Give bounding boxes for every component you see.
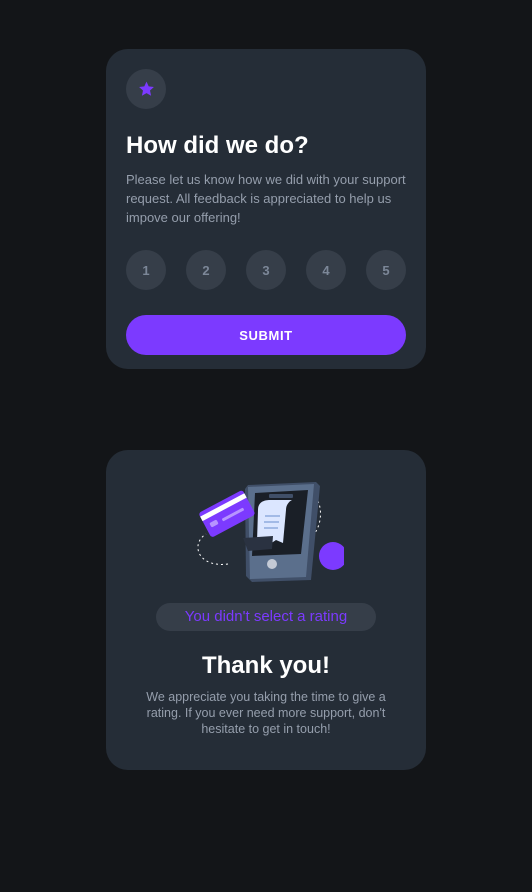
- payment-phone-illustration: [197, 482, 344, 582]
- rating-button-2[interactable]: 2: [186, 250, 226, 290]
- rating-card: How did we do? Please let us know how we…: [106, 49, 426, 369]
- submit-button[interactable]: SUBMIT: [126, 315, 406, 355]
- rating-button-3[interactable]: 3: [246, 250, 286, 290]
- thank-you-description: We appreciate you taking the time to giv…: [146, 690, 386, 736]
- rating-button-5[interactable]: 5: [366, 250, 406, 290]
- star-icon: [138, 81, 154, 96]
- thank-you-title: Thank you!: [201, 652, 330, 679]
- rating-button-4[interactable]: 4: [306, 250, 346, 290]
- rating-title: How did we do?: [126, 132, 309, 159]
- star-icon-container: [126, 69, 166, 109]
- rating-options: 1 2 3 4 5: [126, 250, 406, 290]
- selected-rating-badge: You didn't select a rating: [156, 603, 376, 631]
- thank-you-card: You didn't select a rating Thank you! We…: [106, 450, 426, 770]
- rating-button-1[interactable]: 1: [126, 250, 166, 290]
- rating-description: Please let us know how we did with your …: [126, 172, 406, 225]
